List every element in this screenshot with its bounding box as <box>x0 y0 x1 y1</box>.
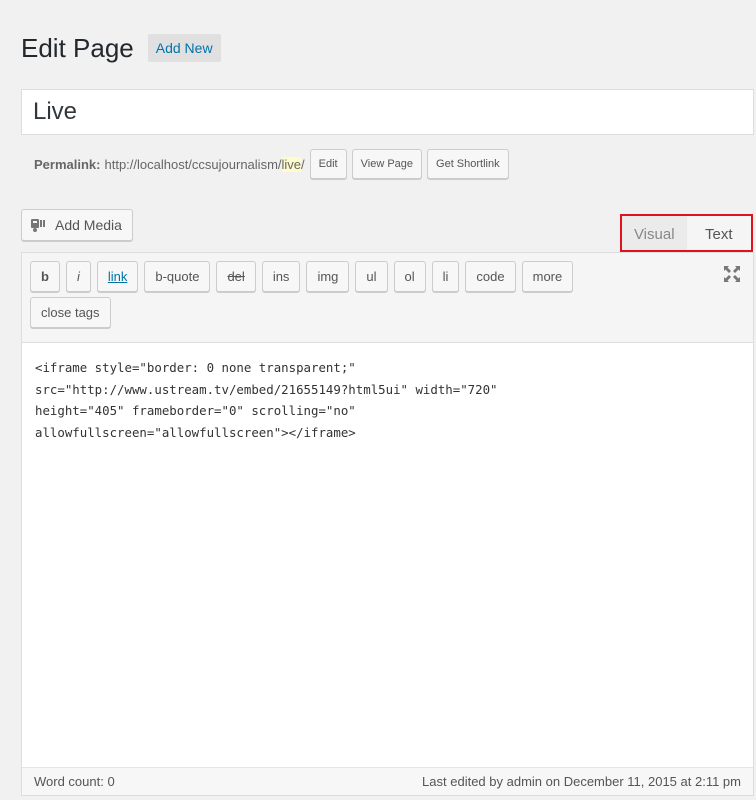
tab-text[interactable]: Text <box>686 216 751 250</box>
editor-tabs-highlight: Visual Text <box>620 214 753 252</box>
post-title-input[interactable]: Live <box>21 89 754 135</box>
tab-visual[interactable]: Visual <box>622 216 687 250</box>
add-media-label: Add Media <box>55 217 122 233</box>
page-header: Edit Page Add New <box>21 28 221 68</box>
permalink-url[interactable]: http://localhost/ccsujournalism/live/ <box>104 156 305 172</box>
get-shortlink-button[interactable]: Get Shortlink <box>427 149 509 179</box>
permalink-label: Permalink: <box>34 156 101 172</box>
qt-link-button[interactable]: link <box>96 261 139 292</box>
qt-italic-button[interactable]: i <box>65 261 91 292</box>
media-icon <box>31 219 45 232</box>
editor-box: b i link b-quote del ins img ul ol li co… <box>21 252 754 796</box>
qt-blockquote-button[interactable]: b-quote <box>144 261 211 292</box>
permalink-url-suffix: / <box>301 156 305 172</box>
qt-more-button[interactable]: more <box>521 261 574 292</box>
qt-ol-button[interactable]: ol <box>393 261 426 292</box>
qt-img-button[interactable]: img <box>306 261 350 292</box>
page-title: Edit Page <box>21 32 134 63</box>
last-edited: Last edited by admin on December 11, 201… <box>422 774 741 789</box>
permalink-slug: live <box>281 156 302 172</box>
edit-permalink-button[interactable]: Edit <box>309 149 347 179</box>
permalink-row: Permalink: http://localhost/ccsujournali… <box>34 148 509 180</box>
qt-close-tags-button[interactable]: close tags <box>30 297 111 328</box>
add-media-button[interactable]: Add Media <box>21 209 133 241</box>
qt-bold-button[interactable]: b <box>30 261 60 292</box>
quicktags-toolbar: b i link b-quote del ins img ul ol li co… <box>22 253 753 343</box>
qt-del-button[interactable]: del <box>216 261 256 292</box>
qt-code-button[interactable]: code <box>465 261 516 292</box>
word-count: Word count: 0 <box>34 774 115 789</box>
fullscreen-icon[interactable] <box>723 265 741 283</box>
qt-ins-button[interactable]: ins <box>261 261 301 292</box>
qt-ul-button[interactable]: ul <box>355 261 388 292</box>
qt-li-button[interactable]: li <box>431 261 460 292</box>
view-page-button[interactable]: View Page <box>351 149 423 179</box>
permalink-url-prefix: http://localhost/ccsujournalism/ <box>104 156 282 172</box>
editor-textarea[interactable]: <iframe style="border: 0 none transparen… <box>22 343 753 457</box>
editor-statusbar: Word count: 0 Last edited by admin on De… <box>22 767 753 795</box>
add-new-button[interactable]: Add New <box>147 34 221 62</box>
